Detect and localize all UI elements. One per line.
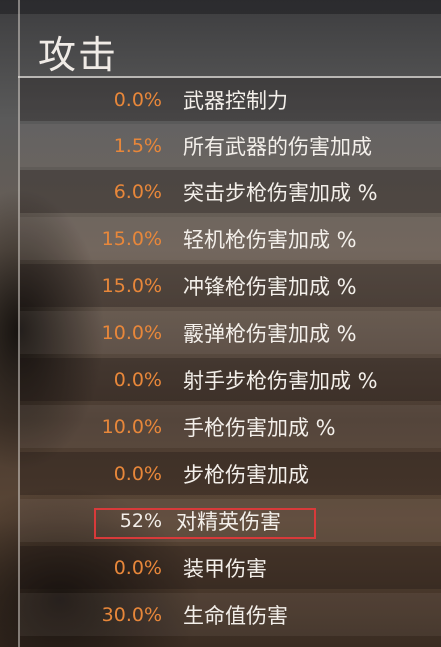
stat-value: 0.0% (113, 368, 162, 391)
stat-value: 10.0% (101, 321, 162, 344)
stat-value: 1.5% (113, 134, 162, 157)
stat-value: 15.0% (101, 227, 162, 250)
stat-value: 30.0% (101, 603, 162, 626)
stat-label: 生命值伤害 (183, 603, 288, 628)
stat-label: 手枪伤害加成 % (183, 415, 336, 440)
stat-row: 10.0% 手枪伤害加成 % (20, 405, 441, 448)
stat-row: 15.0% 冲锋枪伤害加成 % (20, 264, 441, 307)
highlight-annotation-box (94, 508, 316, 539)
stat-label: 步枪伤害加成 (183, 462, 309, 487)
stat-row: 0.0% 步枪伤害加成 (20, 452, 441, 495)
stat-row: 0.0% 武器控制力 (20, 78, 441, 121)
stat-label: 所有武器的伤害加成 (183, 134, 372, 159)
stat-value: 10.0% (101, 415, 162, 438)
stat-label: 霰弹枪伤害加成 % (183, 321, 357, 346)
stat-label: 冲锋枪伤害加成 % (183, 274, 357, 299)
stat-label: 射手步枪伤害加成 % (183, 368, 378, 393)
stat-row: 10.0% 霰弹枪伤害加成 % (20, 311, 441, 354)
stat-value: 0.0% (113, 88, 162, 111)
stat-value: 0.0% (113, 556, 162, 579)
section-title: 攻击 (38, 33, 119, 77)
stat-row: 0.0% 装甲伤害 (20, 546, 441, 589)
stat-label: 轻机枪伤害加成 % (183, 227, 357, 252)
stat-value: 15.0% (101, 274, 162, 297)
stat-row: 6.0% 突击步枪伤害加成 % (20, 170, 441, 213)
stat-label: 突击步枪伤害加成 % (183, 180, 378, 205)
stat-row: 0.0% 射手步枪伤害加成 % (20, 358, 441, 401)
stat-row: 1.5% 所有武器的伤害加成 (20, 124, 441, 167)
stat-value: 6.0% (113, 180, 162, 203)
stat-value: 0.0% (113, 462, 162, 485)
header-strip (0, 0, 441, 14)
stat-row: 15.0% 轻机枪伤害加成 % (20, 217, 441, 260)
stat-label: 武器控制力 (183, 88, 288, 113)
stat-row: 30.0% 生命值伤害 (20, 593, 441, 636)
stat-label: 装甲伤害 (183, 556, 267, 581)
